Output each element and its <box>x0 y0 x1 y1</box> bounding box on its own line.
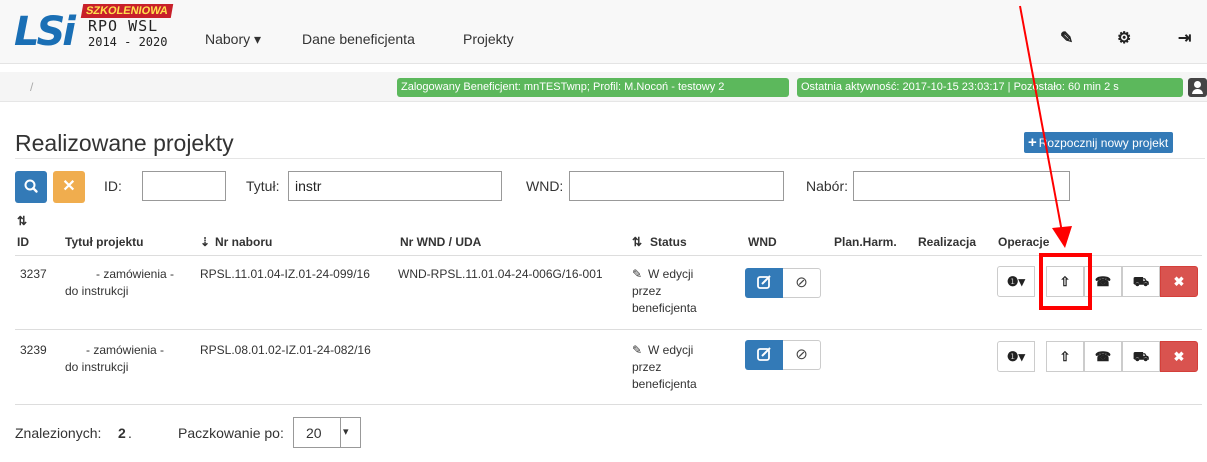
annotation-arrow <box>1019 5 1072 248</box>
select-separator <box>340 418 341 447</box>
results-period: . <box>128 425 132 441</box>
results-count: 2 <box>118 425 126 441</box>
chevron-down-icon: ▾ <box>343 426 349 438</box>
paging-select[interactable]: 20 ▾ <box>293 417 361 448</box>
paging-label: Paczkowanie po: <box>178 425 284 441</box>
annotation-highlight-box <box>1039 253 1092 310</box>
results-label: Znalezionych: <box>15 425 102 441</box>
paging-value: 20 <box>306 425 322 441</box>
